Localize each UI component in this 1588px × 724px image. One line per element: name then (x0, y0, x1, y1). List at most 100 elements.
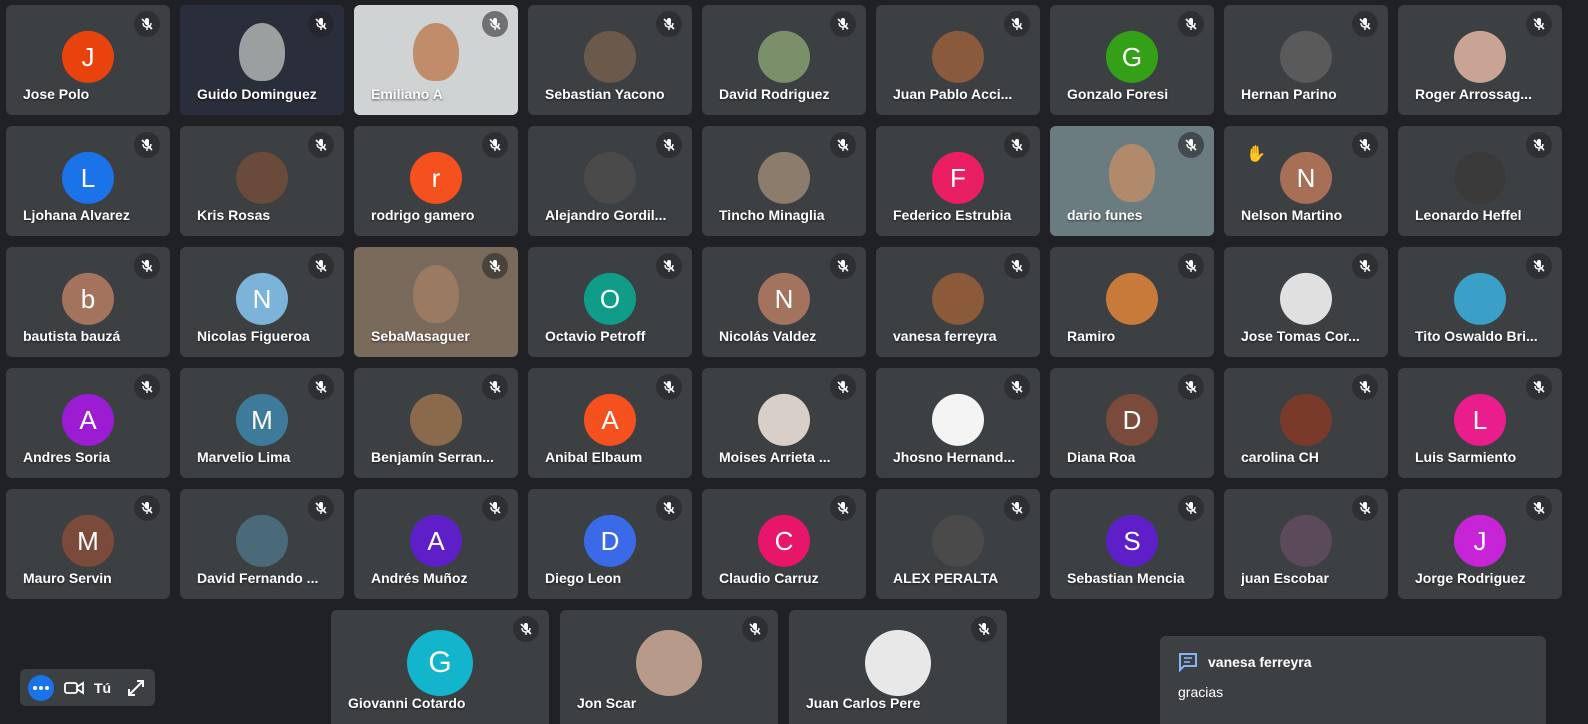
participant-name: Kris Rosas (197, 207, 271, 223)
participant-tile[interactable]: Ramiro (1050, 247, 1214, 357)
participant-tile[interactable]: G Gonzalo Foresi (1050, 5, 1214, 115)
participant-tile[interactable]: L Ljohana Alvarez (6, 126, 170, 236)
participant-tile[interactable]: dario funes (1050, 126, 1214, 236)
avatar-initial: O (599, 283, 621, 314)
participant-tile[interactable]: Benjamín Serran... (354, 368, 518, 478)
mic-off-icon (1004, 253, 1030, 279)
participant-tile[interactable]: Tincho Minaglia (702, 126, 866, 236)
avatar-initial: M (251, 404, 273, 435)
participant-tile[interactable]: O Octavio Petroff (528, 247, 692, 357)
avatar-initial: D (600, 525, 620, 556)
mic-off-icon (742, 616, 768, 642)
participant-tile[interactable]: Juan Carlos Pere (789, 610, 1007, 724)
participant-name: rodrigo gamero (371, 207, 475, 223)
participant-tile[interactable]: N ✋ Nelson Martino (1224, 126, 1388, 236)
participant-tile[interactable]: Roger Arrossag... (1398, 5, 1562, 115)
mic-off-icon (1526, 132, 1552, 158)
participant-tile[interactable]: Leonardo Heffel (1398, 126, 1562, 236)
avatar-initial: N (774, 283, 794, 314)
chat-notification[interactable]: vanesa ferreyra gracias (1160, 636, 1546, 724)
participant-tile[interactable]: N Nicolás Valdez (702, 247, 866, 357)
participant-name: vanesa ferreyra (893, 328, 997, 344)
self-view-controls[interactable]: Tú (20, 669, 155, 706)
camera-icon[interactable] (64, 680, 84, 695)
participant-tile[interactable]: J Jose Polo (6, 5, 170, 115)
participant-name: Mauro Servin (23, 570, 112, 586)
avatar: A (410, 514, 462, 567)
participant-tile[interactable]: Tito Oswaldo Bri... (1398, 247, 1562, 357)
participant-tile[interactable]: Kris Rosas (180, 126, 344, 236)
mic-off-icon (134, 374, 160, 400)
avatar: J (62, 30, 114, 83)
participant-name: David Fernando ... (197, 570, 319, 586)
participant-tile[interactable]: M Marvelio Lima (180, 368, 344, 478)
participant-tile[interactable]: A Andrés Muñoz (354, 489, 518, 599)
participant-tile[interactable]: David Fernando ... (180, 489, 344, 599)
mic-off-icon (971, 616, 997, 642)
avatar: r (410, 151, 462, 204)
avatar-initial: D (1122, 404, 1142, 435)
mic-off-icon (134, 11, 160, 37)
avatar: O (584, 272, 636, 325)
participant-tile[interactable]: G Giovanni Cotardo (331, 610, 549, 724)
participant-name: Moises Arrieta ... (719, 449, 831, 465)
mic-off-icon (830, 374, 856, 400)
video-person (1109, 144, 1155, 202)
participant-tile[interactable]: b bautista bauzá (6, 247, 170, 357)
participant-tile[interactable]: A Andres Soria (6, 368, 170, 478)
mic-off-icon (1526, 495, 1552, 521)
participant-tile[interactable]: SebaMasaguer (354, 247, 518, 357)
avatar-initial: S (1123, 525, 1141, 556)
avatar: M (62, 514, 114, 567)
participant-tile[interactable]: Guido Dominguez (180, 5, 344, 115)
mic-off-icon (308, 11, 334, 37)
participant-tile[interactable]: M Mauro Servin (6, 489, 170, 599)
avatar (1280, 30, 1332, 83)
more-options-button[interactable] (28, 674, 54, 701)
participant-tile[interactable]: Moises Arrieta ... (702, 368, 866, 478)
participant-tile[interactable]: carolina CH (1224, 368, 1388, 478)
participant-tile[interactable]: Jhosno Hernand... (876, 368, 1040, 478)
avatar-initial: J (81, 41, 95, 72)
participant-tile[interactable]: r rodrigo gamero (354, 126, 518, 236)
participant-tile[interactable]: L Luis Sarmiento (1398, 368, 1562, 478)
avatar (932, 393, 984, 446)
participant-tile[interactable]: Emiliano A (354, 5, 518, 115)
participant-tile[interactable]: J Jorge Rodriguez (1398, 489, 1562, 599)
mic-off-icon (656, 495, 682, 521)
more-dots-icon (33, 685, 49, 690)
participant-tile[interactable]: ALEX PERALTA (876, 489, 1040, 599)
mic-off-icon (1352, 132, 1378, 158)
avatar-initial: L (1472, 404, 1488, 435)
avatar: C (758, 514, 810, 567)
participant-tile[interactable]: Sebastian Yacono (528, 5, 692, 115)
participant-tile[interactable]: juan Escobar (1224, 489, 1388, 599)
participant-tile[interactable]: Alejandro Gordil... (528, 126, 692, 236)
participant-tile[interactable]: N Nicolas Figueroa (180, 247, 344, 357)
participant-bottom-row: G Giovanni Cotardo Jon Scar Juan Carlos Per… (331, 610, 1007, 724)
participant-tile[interactable]: Juan Pablo Acci... (876, 5, 1040, 115)
participant-tile[interactable]: Hernan Parino (1224, 5, 1388, 115)
mic-off-icon (513, 616, 539, 642)
expand-icon[interactable] (127, 679, 145, 697)
avatar: G (407, 630, 473, 697)
participant-tile[interactable]: vanesa ferreyra (876, 247, 1040, 357)
participant-name: Hernan Parino (1241, 86, 1337, 102)
participant-name: Ramiro (1067, 328, 1116, 344)
participant-tile[interactable]: David Rodriguez (702, 5, 866, 115)
participant-tile[interactable]: D Diego Leon (528, 489, 692, 599)
participant-name: bautista bauzá (23, 328, 121, 344)
participant-tile[interactable]: S Sebastian Mencia (1050, 489, 1214, 599)
participant-tile[interactable]: Jose Tomas Cor... (1224, 247, 1388, 357)
mic-off-icon (656, 132, 682, 158)
avatar (236, 514, 288, 567)
participant-tile[interactable]: Jon Scar (560, 610, 778, 724)
mic-off-icon (1178, 132, 1204, 158)
participant-tile[interactable]: D Diana Roa (1050, 368, 1214, 478)
participant-tile[interactable]: F Federico Estrubia (876, 126, 1040, 236)
participant-name: Luis Sarmiento (1415, 449, 1517, 465)
participant-tile[interactable]: C Claudio Carruz (702, 489, 866, 599)
avatar-initial: L (80, 162, 96, 193)
participant-tile[interactable]: A Anibal Elbaum (528, 368, 692, 478)
avatar: A (62, 393, 114, 446)
